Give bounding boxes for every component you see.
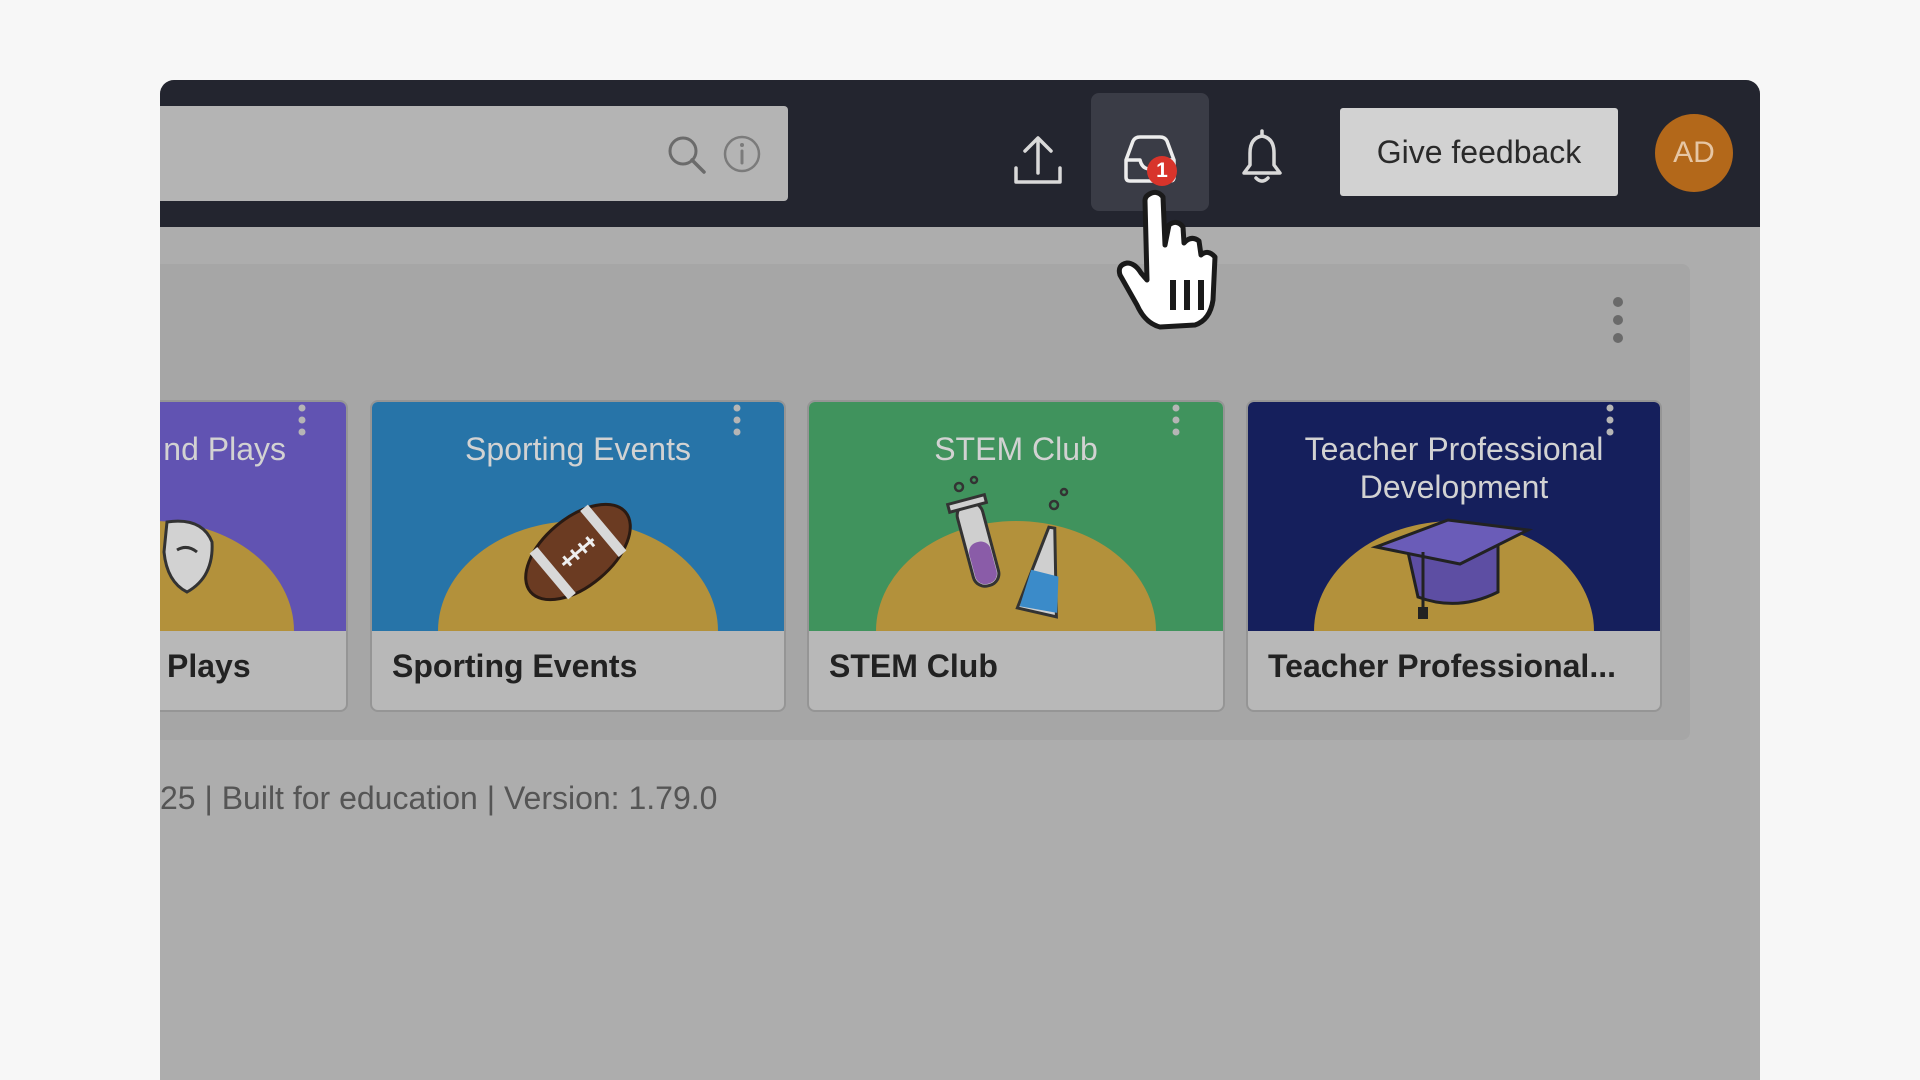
give-feedback-button[interactable]: Give feedback (1340, 108, 1618, 196)
search-input[interactable] (160, 106, 788, 201)
hand-cursor-icon (1116, 189, 1218, 330)
course-card-sporting-events[interactable]: Sporting Events Sporting Events (370, 400, 786, 712)
card-menu-icon[interactable] (295, 402, 309, 442)
search-icon[interactable] (665, 133, 709, 177)
card-menu-icon[interactable] (730, 402, 744, 442)
card-menu-icon[interactable] (1169, 402, 1183, 442)
upload-icon (1014, 136, 1062, 184)
card-banner-title: nd Plays (163, 431, 286, 467)
card-title: Teacher Professional... (1268, 648, 1616, 684)
avatar[interactable]: AD (1655, 114, 1733, 192)
card-banner: Sporting Events (372, 402, 784, 631)
more-options-icon[interactable] (1606, 294, 1630, 354)
top-bar: 1 Give feedback AD (160, 80, 1760, 227)
inbox-badge: 1 (1147, 156, 1177, 186)
card-title: STEM Club (829, 648, 998, 684)
card-banner-title: STEM Club (934, 431, 1098, 467)
card-banner: STEM Club (809, 402, 1223, 631)
card-menu-icon[interactable] (1603, 402, 1617, 442)
upload-button[interactable] (979, 93, 1097, 211)
card-banner: nd Plays (160, 402, 346, 631)
card-title: Plays (167, 648, 251, 684)
card-banner: Teacher Professional Development (1248, 402, 1660, 631)
course-card-plays[interactable]: nd Plays Plays (160, 400, 348, 712)
card-banner-title: Sporting Events (465, 431, 691, 467)
info-icon[interactable] (722, 134, 762, 174)
course-card-stem-club[interactable]: STEM Club STEM Club (807, 400, 1225, 712)
course-card-teacher-professional-development[interactable]: Teacher Professional Development Teacher… (1246, 400, 1662, 712)
footer-text: 25 | Built for education | Version: 1.79… (160, 780, 718, 816)
card-banner-title: Teacher Professional Development (1304, 431, 1604, 505)
card-title: Sporting Events (392, 648, 638, 684)
app-window: 1 Give feedback AD nd Plays Plays Sporti… (160, 80, 1760, 1080)
